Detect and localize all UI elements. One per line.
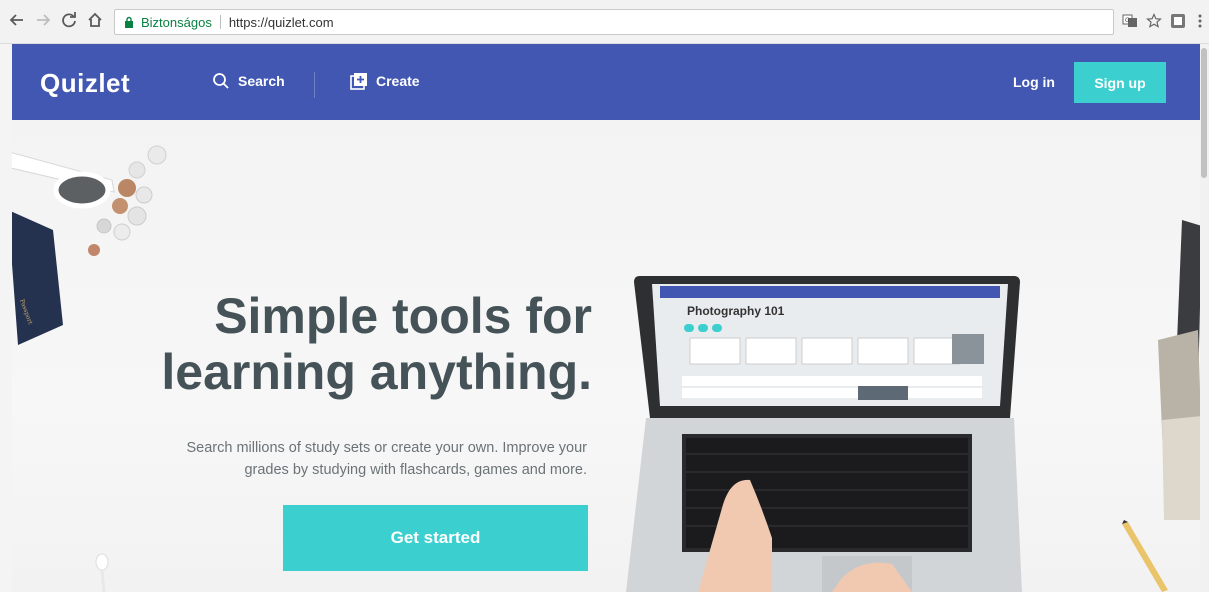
get-started-button[interactable]: Get started — [283, 505, 588, 571]
login-link[interactable]: Log in — [1013, 74, 1055, 90]
kebab-menu-icon — [1198, 14, 1202, 28]
search-label: Search — [238, 73, 285, 89]
quizlet-logo[interactable]: Quizlet — [40, 68, 130, 99]
secure-label: Biztonságos — [141, 14, 212, 30]
address-bar[interactable]: Biztonságos https://quizlet.com — [114, 9, 1114, 35]
search-link[interactable]: Search — [212, 72, 285, 90]
lock-icon — [125, 16, 133, 28]
browser-menu-button[interactable] — [1192, 13, 1208, 29]
create-label: Create — [376, 73, 420, 89]
browser-toolbar: Biztonságos https://quizlet.com G — [0, 0, 1209, 44]
home-icon — [88, 12, 102, 27]
svg-text:G: G — [1125, 17, 1130, 24]
hero-subtext: Search millions of study sets or create … — [132, 437, 587, 481]
reload-icon — [62, 12, 76, 28]
url-text[interactable]: https://quizlet.com — [229, 15, 334, 30]
laptop-illustration — [626, 276, 1022, 592]
pencil-image — [1122, 520, 1168, 592]
translate-button[interactable]: G — [1122, 13, 1138, 29]
headline-line-1: Simple tools for — [214, 288, 592, 344]
headline-line-2: learning anything. — [161, 344, 592, 400]
coins-image — [88, 145, 167, 256]
star-icon — [1146, 13, 1162, 28]
scrollbar-thumb[interactable] — [1201, 48, 1207, 178]
create-link[interactable]: Create — [350, 72, 420, 90]
signup-button[interactable]: Sign up — [1074, 62, 1166, 103]
header-divider — [314, 72, 315, 98]
earphone-image — [95, 553, 109, 592]
reload-button[interactable] — [60, 12, 78, 30]
translate-icon: G — [1122, 14, 1137, 27]
omnibox-divider — [219, 15, 221, 29]
home-button[interactable] — [86, 12, 104, 30]
forward-button[interactable] — [34, 12, 52, 30]
create-icon — [350, 73, 367, 90]
arrow-right-icon — [37, 14, 51, 26]
hero-section: Passport Simple tools for learning anyth… — [12, 120, 1206, 592]
bookmark-button[interactable] — [1146, 13, 1162, 29]
arrow-left-icon — [9, 14, 23, 26]
passport-image: Passport — [12, 211, 63, 345]
subtext-line-1: Search millions of study sets or create … — [186, 440, 587, 456]
site-header: Quizlet Search Create Log in Sign up — [12, 44, 1206, 120]
subtext-line-2: grades by studying with flashcards, game… — [244, 462, 587, 478]
back-button[interactable] — [8, 12, 26, 30]
laptop-image: Photography 101 — [622, 268, 1022, 592]
books-image — [1158, 220, 1206, 520]
laptop-screen-title: Photography 101 — [687, 304, 785, 318]
extension-button[interactable] — [1170, 13, 1186, 29]
search-icon — [213, 73, 229, 89]
hero-headline: Simple tools for learning anything. — [112, 288, 592, 400]
extension-icon — [1171, 14, 1185, 28]
